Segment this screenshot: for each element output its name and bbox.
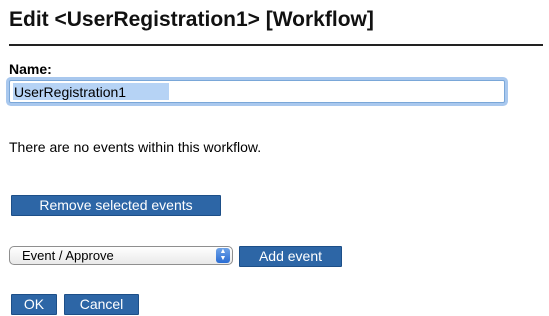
name-label: Name:	[9, 61, 52, 77]
name-input[interactable]	[10, 81, 498, 102]
event-type-selected-value: Event / Approve	[22, 248, 114, 263]
event-type-select[interactable]: Event / Approve ▲ ▼	[9, 246, 233, 265]
ok-button[interactable]: OK	[11, 294, 57, 315]
page-title: Edit <UserRegistration1> [Workflow]	[9, 8, 374, 31]
name-field[interactable]	[9, 80, 505, 103]
remove-selected-events-button[interactable]: Remove selected events	[11, 195, 221, 216]
title-divider	[9, 44, 543, 46]
no-events-message: There are no events within this workflow…	[9, 139, 262, 155]
select-arrows-icon: ▲ ▼	[216, 248, 230, 263]
add-event-button[interactable]: Add event	[239, 246, 342, 267]
cancel-button[interactable]: Cancel	[64, 294, 139, 315]
